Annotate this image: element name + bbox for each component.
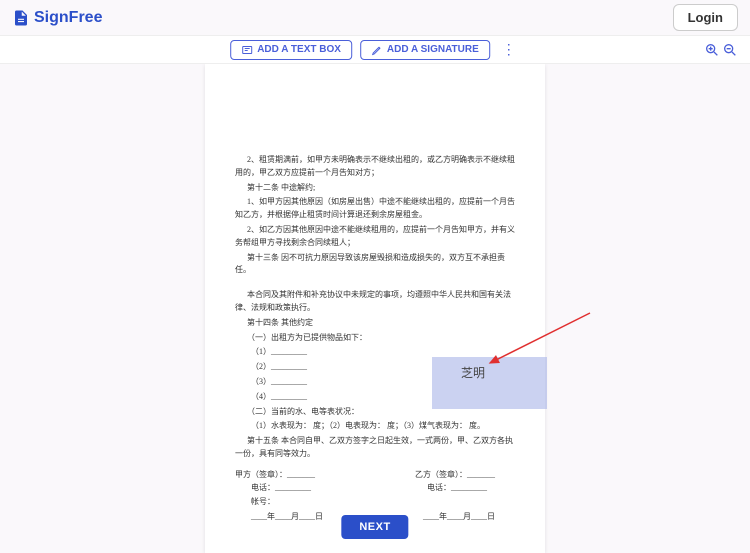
document-canvas[interactable]: 2、租赁期满前，如甲方未明确表示不继续出租的，或乙方明确表示不继续租用的，甲乙双…	[0, 64, 750, 553]
add-signature-button[interactable]: ADD A SIGNATURE	[360, 40, 490, 60]
doc-text: 第十五条 本合同自甲、乙双方签字之日起生效，一式两份，甲、乙双方各执一份，具有同…	[235, 435, 515, 461]
doc-text: 第十三条 因不可抗力原因导致该房屋毁损和造成损失的，双方互不承担责任。	[235, 252, 515, 278]
textbox-icon	[241, 44, 253, 56]
doc-text: 1、如甲方因其他原因（如房屋出售）中途不能继续出租的，应提前一个月告知乙方，并根…	[235, 196, 515, 222]
toolbar: ADD A TEXT BOX ADD A SIGNATURE ⋮	[0, 36, 750, 64]
zoom-out-icon[interactable]	[722, 42, 738, 58]
zoom-in-icon[interactable]	[704, 42, 720, 58]
signer-a-label: 甲方（签章）：_______	[235, 469, 315, 482]
pen-icon	[371, 44, 383, 56]
login-button[interactable]: Login	[673, 4, 738, 31]
next-button[interactable]: NEXT	[341, 515, 408, 539]
document-page[interactable]: 2、租赁期满前，如甲方未明确表示不继续出租的，或乙方明确表示不继续租用的，甲乙双…	[205, 64, 545, 553]
doc-text: 第十二条 中途解约;	[235, 182, 515, 195]
doc-text: （1）水表现为： 度；（2）电表现为： 度；（3）煤气表现为： 度。	[235, 420, 515, 433]
annotation-arrow-icon	[475, 308, 595, 388]
doc-icon	[12, 9, 30, 27]
add-textbox-label: ADD A TEXT BOX	[257, 44, 341, 55]
account: 帐号：	[235, 496, 515, 509]
app-name: SignFree	[34, 9, 102, 27]
doc-text: 2、如乙方因其他原因中途不能继续租用的，应提前一个月告知甲方，并有义务帮组甲方寻…	[235, 224, 515, 250]
signer-b-label: 乙方（签章）：_______	[415, 469, 515, 482]
date-b: ____年____月____日	[423, 511, 515, 524]
doc-text: 本合同及其附件和补充协议中未规定的事项，均遵照中华人民共和国有关法律、法规和政策…	[235, 289, 515, 315]
doc-text: 2、租赁期满前，如甲方未明确表示不继续出租的，或乙方明确表示不继续租用的，甲乙双…	[235, 154, 515, 180]
more-menu-icon[interactable]: ⋮	[498, 41, 520, 58]
app-logo: SignFree	[12, 9, 102, 27]
doc-text: 第十四条 其他约定	[235, 317, 515, 330]
doc-text: （一）出租方为已提供物品如下：	[235, 332, 515, 345]
phone-a: 电话：_________	[235, 482, 311, 495]
add-signature-label: ADD A SIGNATURE	[387, 44, 479, 55]
add-textbox-button[interactable]: ADD A TEXT BOX	[230, 40, 352, 60]
phone-b: 电话：_________	[427, 482, 515, 495]
date-a: ____年____月____日	[235, 511, 323, 524]
